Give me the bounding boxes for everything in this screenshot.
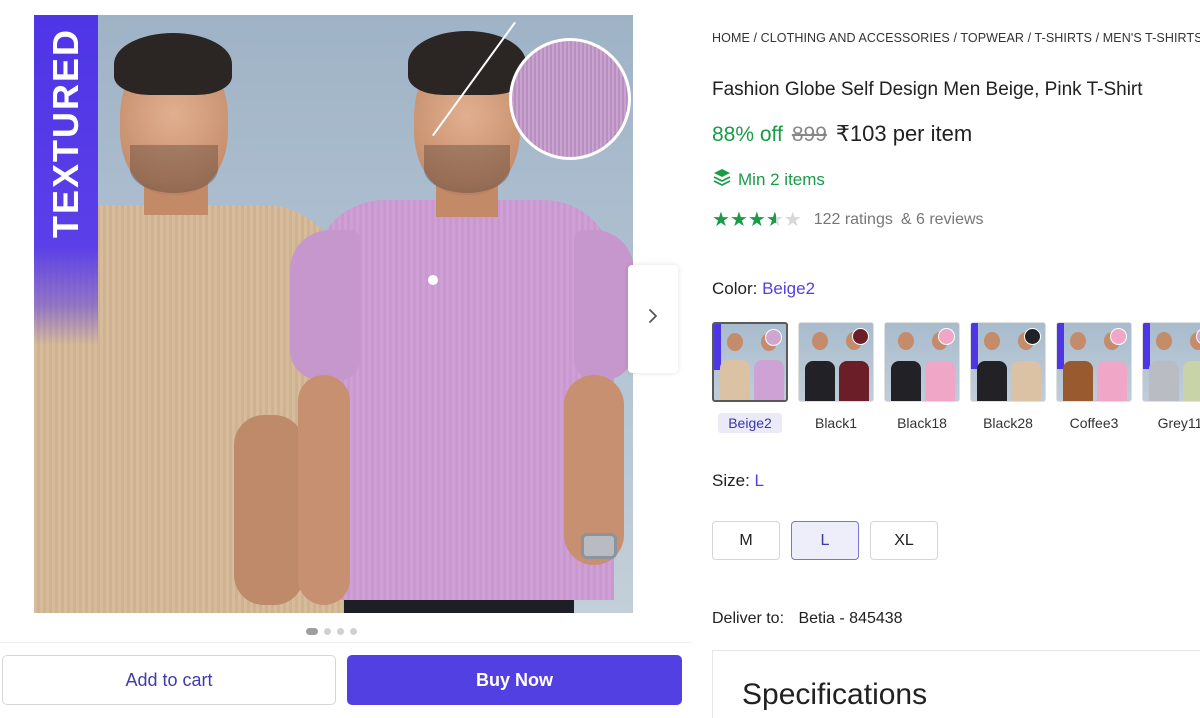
selected-size: L bbox=[754, 471, 764, 490]
color-swatch-label: Beige2 bbox=[718, 413, 782, 433]
pager-dot[interactable] bbox=[306, 628, 318, 635]
color-swatch-thumbnail[interactable] bbox=[1142, 322, 1200, 402]
star-icon: ★ bbox=[747, 209, 766, 231]
action-bar: Add to cart Buy Now bbox=[0, 642, 692, 718]
discount-percent: 88% off bbox=[712, 123, 783, 146]
color-swatch[interactable]: Black1 bbox=[798, 322, 874, 433]
min-items-label: Min 2 items bbox=[738, 169, 825, 189]
price-row: 88% off 899 ₹103 per item bbox=[712, 121, 972, 147]
selling-price: ₹103 per item bbox=[835, 121, 973, 146]
pager-dot[interactable] bbox=[337, 628, 344, 635]
color-label: Color: Beige2 bbox=[712, 279, 815, 299]
breadcrumb[interactable]: HOME / CLOTHING AND ACCESSORIES / TOPWEA… bbox=[712, 31, 1200, 45]
color-swatch[interactable]: Black18 bbox=[884, 322, 960, 433]
color-swatch-thumbnail[interactable] bbox=[884, 322, 960, 402]
color-options: Beige2 Black1 Black18 Black28 Coffee3 Grey11 bbox=[712, 322, 1200, 433]
color-swatch-thumbnail[interactable] bbox=[970, 322, 1046, 402]
ratings-count: 122 ratings bbox=[813, 211, 893, 228]
color-swatch-label: Coffee3 bbox=[1069, 415, 1119, 431]
add-to-cart-button[interactable]: Add to cart bbox=[2, 655, 336, 705]
selected-color: Beige2 bbox=[762, 279, 816, 298]
color-swatch-label: Black18 bbox=[897, 415, 947, 431]
reviews-count: & 6 reviews bbox=[900, 211, 984, 228]
delivery-info[interactable]: Deliver to: Betia - 845438 bbox=[712, 610, 903, 628]
product-image[interactable]: TEXTURED bbox=[34, 15, 633, 613]
fabric-zoom-detail bbox=[509, 38, 631, 160]
buy-now-button[interactable]: Buy Now bbox=[347, 655, 682, 705]
delivery-location: Betia - 845438 bbox=[798, 610, 903, 627]
color-swatch-thumbnail[interactable] bbox=[1056, 322, 1132, 402]
next-image-button[interactable] bbox=[628, 265, 678, 373]
half-star-icon: ★ bbox=[765, 209, 784, 231]
star-icon: ★ bbox=[712, 209, 730, 231]
size-option-button[interactable]: L bbox=[791, 521, 859, 560]
color-swatch[interactable]: Black28 bbox=[970, 322, 1046, 433]
color-swatch-label: Black1 bbox=[814, 415, 858, 431]
color-swatch[interactable]: Grey11 bbox=[1142, 322, 1200, 433]
rating-row[interactable]: ★ ★ ★ ★ ★ 122 ratings & 6 reviews bbox=[712, 210, 984, 230]
size-label: Size: L bbox=[712, 471, 764, 491]
color-label-text: Color: bbox=[712, 279, 758, 298]
star-icon: ★ bbox=[729, 209, 748, 231]
color-swatch-label: Black28 bbox=[983, 415, 1033, 431]
size-option-button[interactable]: XL bbox=[870, 521, 938, 560]
textured-badge: TEXTURED bbox=[34, 15, 98, 345]
star-rating: ★ ★ ★ ★ ★ bbox=[712, 210, 802, 230]
color-swatch[interactable]: Beige2 bbox=[712, 322, 788, 433]
size-option-button[interactable]: M bbox=[712, 521, 780, 560]
size-label-text: Size: bbox=[712, 471, 750, 490]
size-options: M L XL bbox=[712, 521, 938, 560]
pager-dot[interactable] bbox=[324, 628, 331, 635]
image-pager-dots bbox=[306, 628, 357, 635]
color-swatch-thumbnail[interactable] bbox=[712, 322, 788, 402]
min-items-info: Min 2 items bbox=[712, 167, 825, 192]
color-swatch-thumbnail[interactable] bbox=[798, 322, 874, 402]
original-price: 899 bbox=[791, 123, 827, 146]
chevron-right-icon bbox=[646, 306, 660, 332]
color-swatch-label: Grey11 bbox=[1157, 415, 1200, 431]
pager-dot[interactable] bbox=[350, 628, 357, 635]
deliver-label: Deliver to: bbox=[712, 610, 785, 627]
color-swatch[interactable]: Coffee3 bbox=[1056, 322, 1132, 433]
specifications-title[interactable]: Specifications bbox=[742, 678, 927, 712]
product-title: Fashion Globe Self Design Men Beige, Pin… bbox=[712, 79, 1143, 100]
empty-star-icon: ★ bbox=[783, 209, 802, 231]
zoom-callout-dot bbox=[428, 275, 438, 285]
layers-icon bbox=[712, 167, 732, 192]
